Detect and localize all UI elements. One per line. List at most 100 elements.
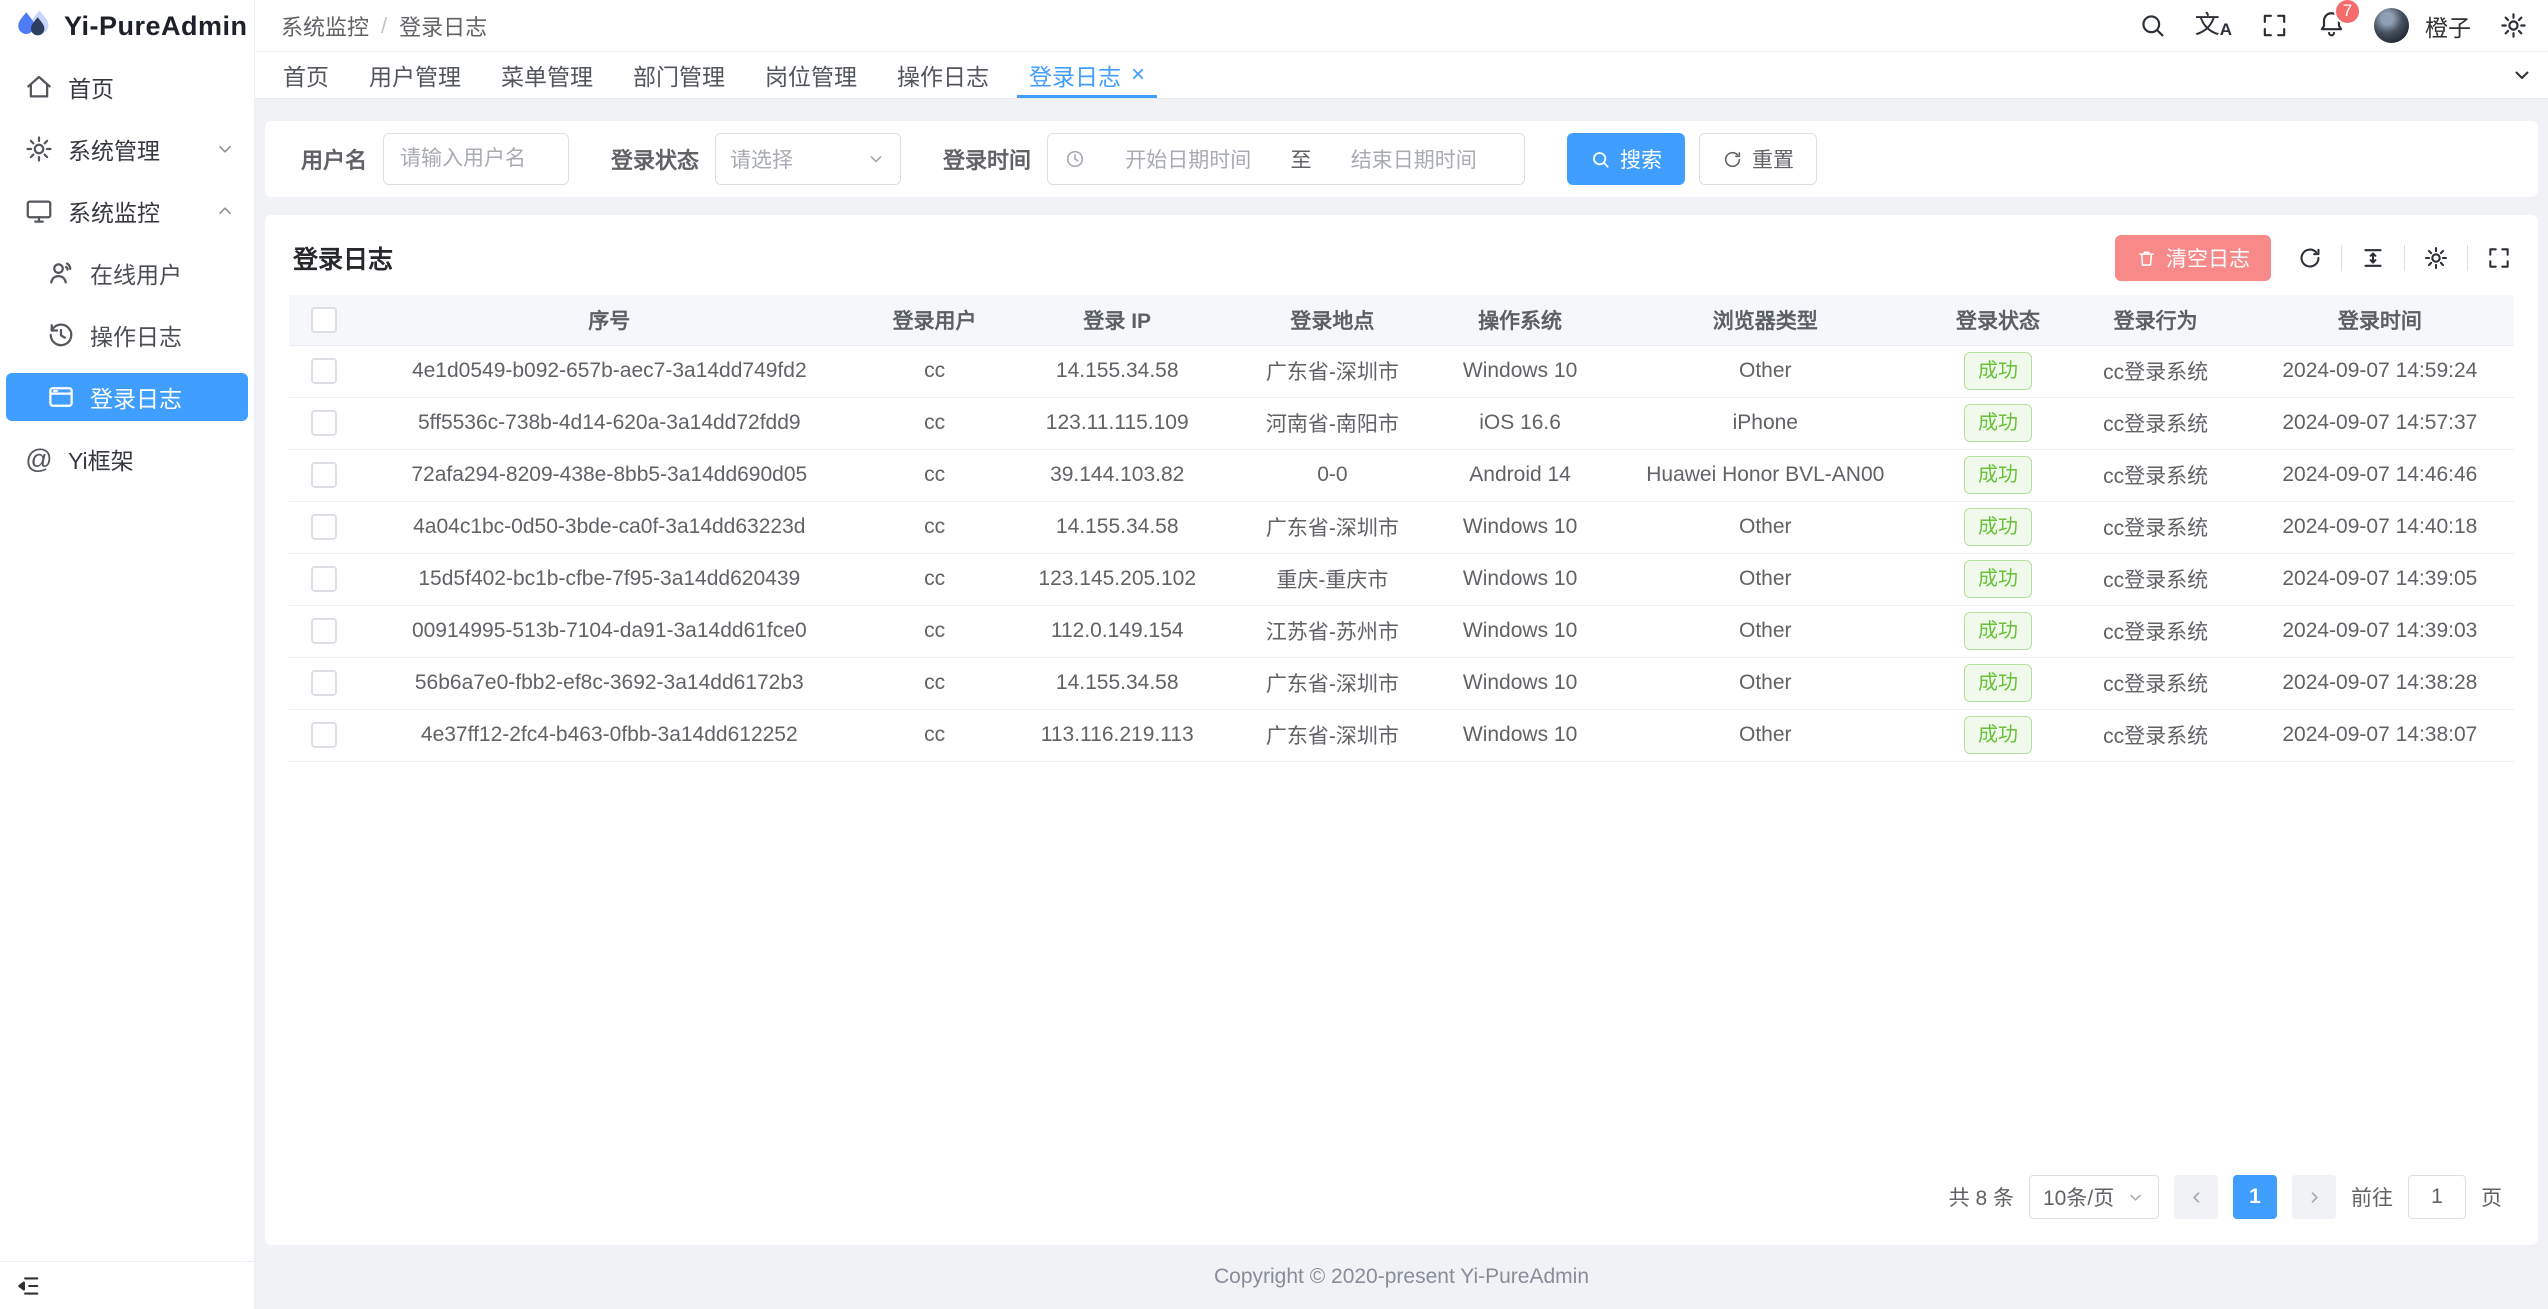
tab-1[interactable]: 首页 — [263, 52, 349, 98]
cell-checkbox — [289, 657, 359, 709]
cell-user: cc — [860, 449, 1010, 501]
page-size-select[interactable]: 10条/页 — [2029, 1175, 2159, 1219]
next-page-button[interactable] — [2292, 1175, 2336, 1219]
username[interactable]: 橙子 — [2425, 9, 2471, 43]
cell-time: 2024-09-07 14:39:05 — [2246, 553, 2514, 605]
reset-button-label: 重置 — [1752, 144, 1794, 174]
row-checkbox[interactable] — [311, 618, 337, 644]
toolbar-divider — [2404, 245, 2405, 271]
row-checkbox[interactable] — [311, 514, 337, 540]
cell-ip: 113.116.219.113 — [1010, 709, 1225, 761]
tabbar: 首页用户管理菜单管理部门管理岗位管理操作日志登录日志 × — [255, 52, 2548, 99]
pagination-total: 共 8 条 — [1949, 1182, 2014, 1212]
chevron-down-icon — [866, 149, 886, 169]
status-badge: 成功 — [1964, 404, 2032, 442]
gear-icon[interactable] — [2499, 11, 2528, 40]
main-area: 系统监控 / 登录日志 文A 7 橙子 首页用户管理菜单管理部门管理岗位管理操作… — [255, 0, 2548, 1309]
status-badge: 成功 — [1964, 716, 2032, 754]
sidebar-item-7[interactable]: @Yi框架 — [0, 428, 254, 490]
tab-4[interactable]: 部门管理 — [613, 52, 745, 98]
page-footer: Copyright © 2020-present Yi-PureAdmin — [265, 1245, 2538, 1309]
monitor-icon — [24, 196, 54, 226]
page-button-1[interactable]: 1 — [2233, 1175, 2277, 1219]
table-row: 72afa294-8209-438e-8bb5-3a14dd690d05cc39… — [289, 449, 2514, 501]
cell-os: Windows 10 — [1440, 605, 1600, 657]
tab-2[interactable]: 用户管理 — [349, 52, 481, 98]
cell-user: cc — [860, 345, 1010, 397]
cell-checkbox — [289, 345, 359, 397]
at-icon: @ — [24, 446, 54, 473]
density-icon[interactable] — [2360, 245, 2386, 271]
tab-label: 登录日志 — [1029, 58, 1121, 92]
column-header-3: 登录 IP — [1010, 295, 1225, 345]
cell-location: 广东省-深圳市 — [1225, 501, 1440, 553]
fullscreen-icon[interactable] — [2260, 11, 2289, 40]
sidebar-item-label: 登录日志 — [90, 380, 230, 414]
reset-button[interactable]: 重置 — [1699, 133, 1817, 185]
cell-id: 5ff5536c-738b-4d14-620a-3a14dd72fdd9 — [359, 397, 859, 449]
column-header-9: 登录时间 — [2246, 295, 2514, 345]
goto-page-input[interactable] — [2408, 1175, 2466, 1219]
cell-browser: Huawei Honor BVL-AN00 — [1600, 449, 1930, 501]
cell-user: cc — [860, 709, 1010, 761]
tabs-menu-button[interactable] — [2496, 52, 2548, 98]
cell-time: 2024-09-07 14:39:03 — [2246, 605, 2514, 657]
notification-badge: 7 — [2334, 0, 2361, 25]
tab-5[interactable]: 岗位管理 — [745, 52, 877, 98]
breadcrumb-separator: / — [381, 13, 387, 39]
row-checkbox[interactable] — [311, 358, 337, 384]
prev-page-button[interactable] — [2174, 1175, 2218, 1219]
breadcrumb-parent[interactable]: 系统监控 — [281, 10, 369, 42]
tab-7[interactable]: 登录日志 × — [1009, 52, 1165, 98]
cell-behavior: cc登录系统 — [2066, 709, 2246, 761]
logo[interactable]: Yi-PureAdmin — [0, 0, 254, 52]
tab-close-icon[interactable]: × — [1131, 63, 1145, 87]
row-checkbox[interactable] — [311, 722, 337, 748]
translate-icon[interactable]: 文A — [2195, 13, 2232, 38]
avatar[interactable] — [2374, 8, 2409, 43]
cell-location: 广东省-深圳市 — [1225, 345, 1440, 397]
toolbar-divider — [2341, 245, 2342, 271]
row-checkbox[interactable] — [311, 670, 337, 696]
cell-os: Windows 10 — [1440, 501, 1600, 553]
fullscreen-icon[interactable] — [2486, 245, 2512, 271]
cell-time: 2024-09-07 14:59:24 — [2246, 345, 2514, 397]
sidebar-item-6[interactable]: 登录日志 — [6, 373, 248, 421]
table-body: 4e1d0549-b092-657b-aec7-3a14dd749fd2cc14… — [289, 345, 2514, 761]
status-select[interactable]: 请选择 — [715, 133, 901, 185]
chevron-down-icon — [2510, 63, 2534, 87]
search-icon[interactable] — [2138, 11, 2167, 40]
sidebar-item-5[interactable]: 操作日志 — [0, 304, 254, 366]
chevron-left-icon — [2187, 1188, 2206, 1207]
column-header-8: 登录行为 — [2066, 295, 2246, 345]
tab-6[interactable]: 操作日志 — [877, 52, 1009, 98]
notifications-button[interactable]: 7 — [2317, 9, 2346, 43]
collapse-sidebar-icon[interactable] — [14, 1272, 42, 1300]
sidebar-item-3[interactable]: 系统监控 — [0, 180, 254, 242]
window-icon — [46, 382, 76, 412]
cell-ip: 123.145.205.102 — [1010, 553, 1225, 605]
sidebar-item-1[interactable]: 首页 — [0, 56, 254, 118]
chevron-down-icon — [2126, 1188, 2145, 1207]
column-header-5: 操作系统 — [1440, 295, 1600, 345]
select-all-checkbox[interactable] — [311, 307, 337, 333]
sidebar-item-4[interactable]: 在线用户 — [0, 242, 254, 304]
refresh-icon — [1722, 149, 1743, 170]
cell-os: Windows 10 — [1440, 345, 1600, 397]
tab-3[interactable]: 菜单管理 — [481, 52, 613, 98]
clear-logs-button[interactable]: 清空日志 — [2115, 235, 2271, 281]
username-input[interactable] — [383, 133, 569, 185]
sidebar-item-label: 首页 — [68, 70, 236, 104]
gear-icon[interactable] — [2423, 245, 2449, 271]
search-button[interactable]: 搜索 — [1567, 133, 1685, 185]
row-checkbox[interactable] — [311, 566, 337, 592]
table-row: 00914995-513b-7104-da91-3a14dd61fce0cc11… — [289, 605, 2514, 657]
daterange-picker[interactable]: 开始日期时间 至 结束日期时间 — [1047, 133, 1525, 185]
sidebar-item-2[interactable]: 系统管理 — [0, 118, 254, 180]
row-checkbox[interactable] — [311, 462, 337, 488]
sidebar-item-label: 在线用户 — [90, 256, 236, 290]
breadcrumb-current: 登录日志 — [399, 10, 487, 42]
refresh-icon[interactable] — [2297, 245, 2323, 271]
row-checkbox[interactable] — [311, 410, 337, 436]
cell-time: 2024-09-07 14:57:37 — [2246, 397, 2514, 449]
